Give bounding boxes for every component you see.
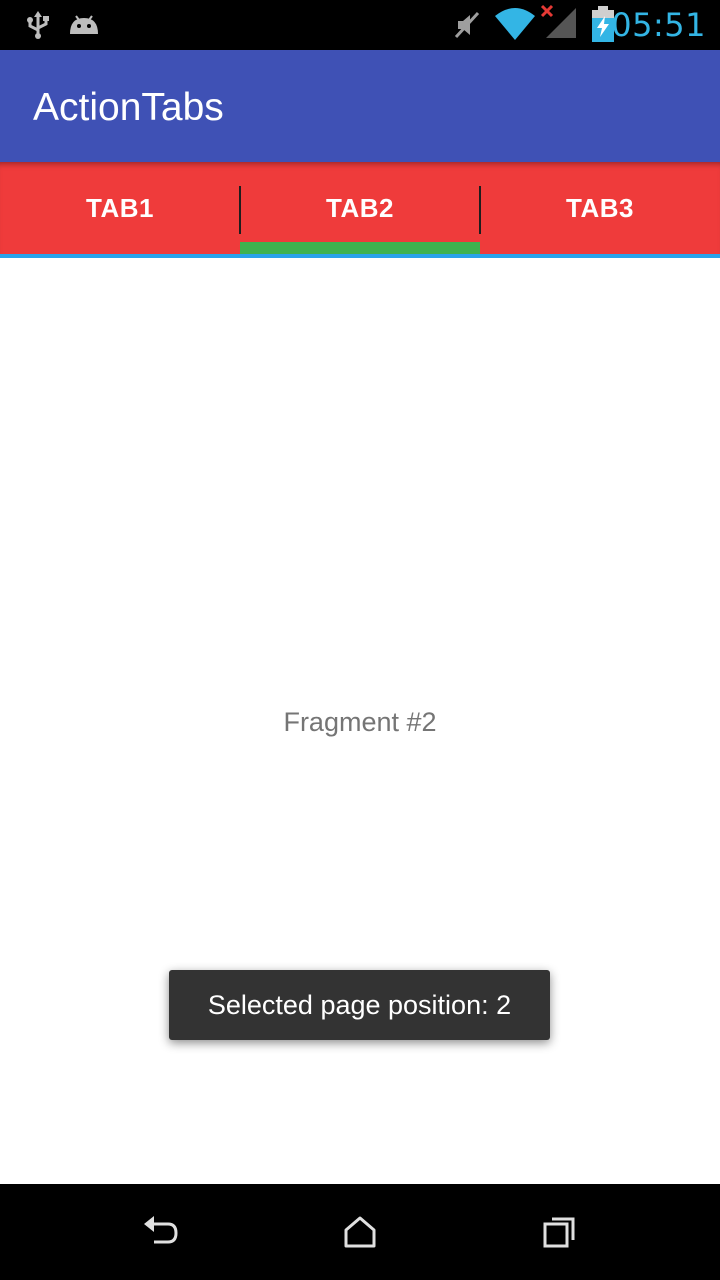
recents-button[interactable] (500, 1184, 620, 1280)
wifi-icon (495, 8, 535, 40)
back-icon (144, 1216, 178, 1244)
mute-icon (454, 11, 480, 39)
app-bar: ActionTabs (0, 50, 720, 162)
recents-icon (543, 1217, 575, 1248)
usb-icon (27, 11, 49, 39)
status-clock: 05:51 (611, 6, 706, 44)
tab-bar: TAB1 TAB2 TAB3 (0, 162, 720, 254)
app-title: ActionTabs (33, 86, 224, 129)
tab-1[interactable]: TAB1 (0, 162, 240, 254)
status-bar: 05:51 (0, 0, 720, 50)
nav-bar (0, 1184, 720, 1280)
no-signal-icon (540, 4, 576, 38)
back-button[interactable] (100, 1184, 220, 1280)
home-icon (344, 1216, 376, 1248)
selected-tab-indicator (240, 242, 480, 254)
toast-message: Selected page position: 2 (207, 989, 512, 1020)
tab-3[interactable]: TAB3 (480, 162, 720, 254)
home-button[interactable] (300, 1184, 420, 1280)
toast: Selected page position: 2 (169, 970, 550, 1040)
fragment-label: Fragment #2 (283, 707, 437, 737)
android-debug-icon (70, 15, 98, 34)
tab-2[interactable]: TAB2 (240, 162, 480, 254)
tab-bar-underline (0, 254, 720, 258)
